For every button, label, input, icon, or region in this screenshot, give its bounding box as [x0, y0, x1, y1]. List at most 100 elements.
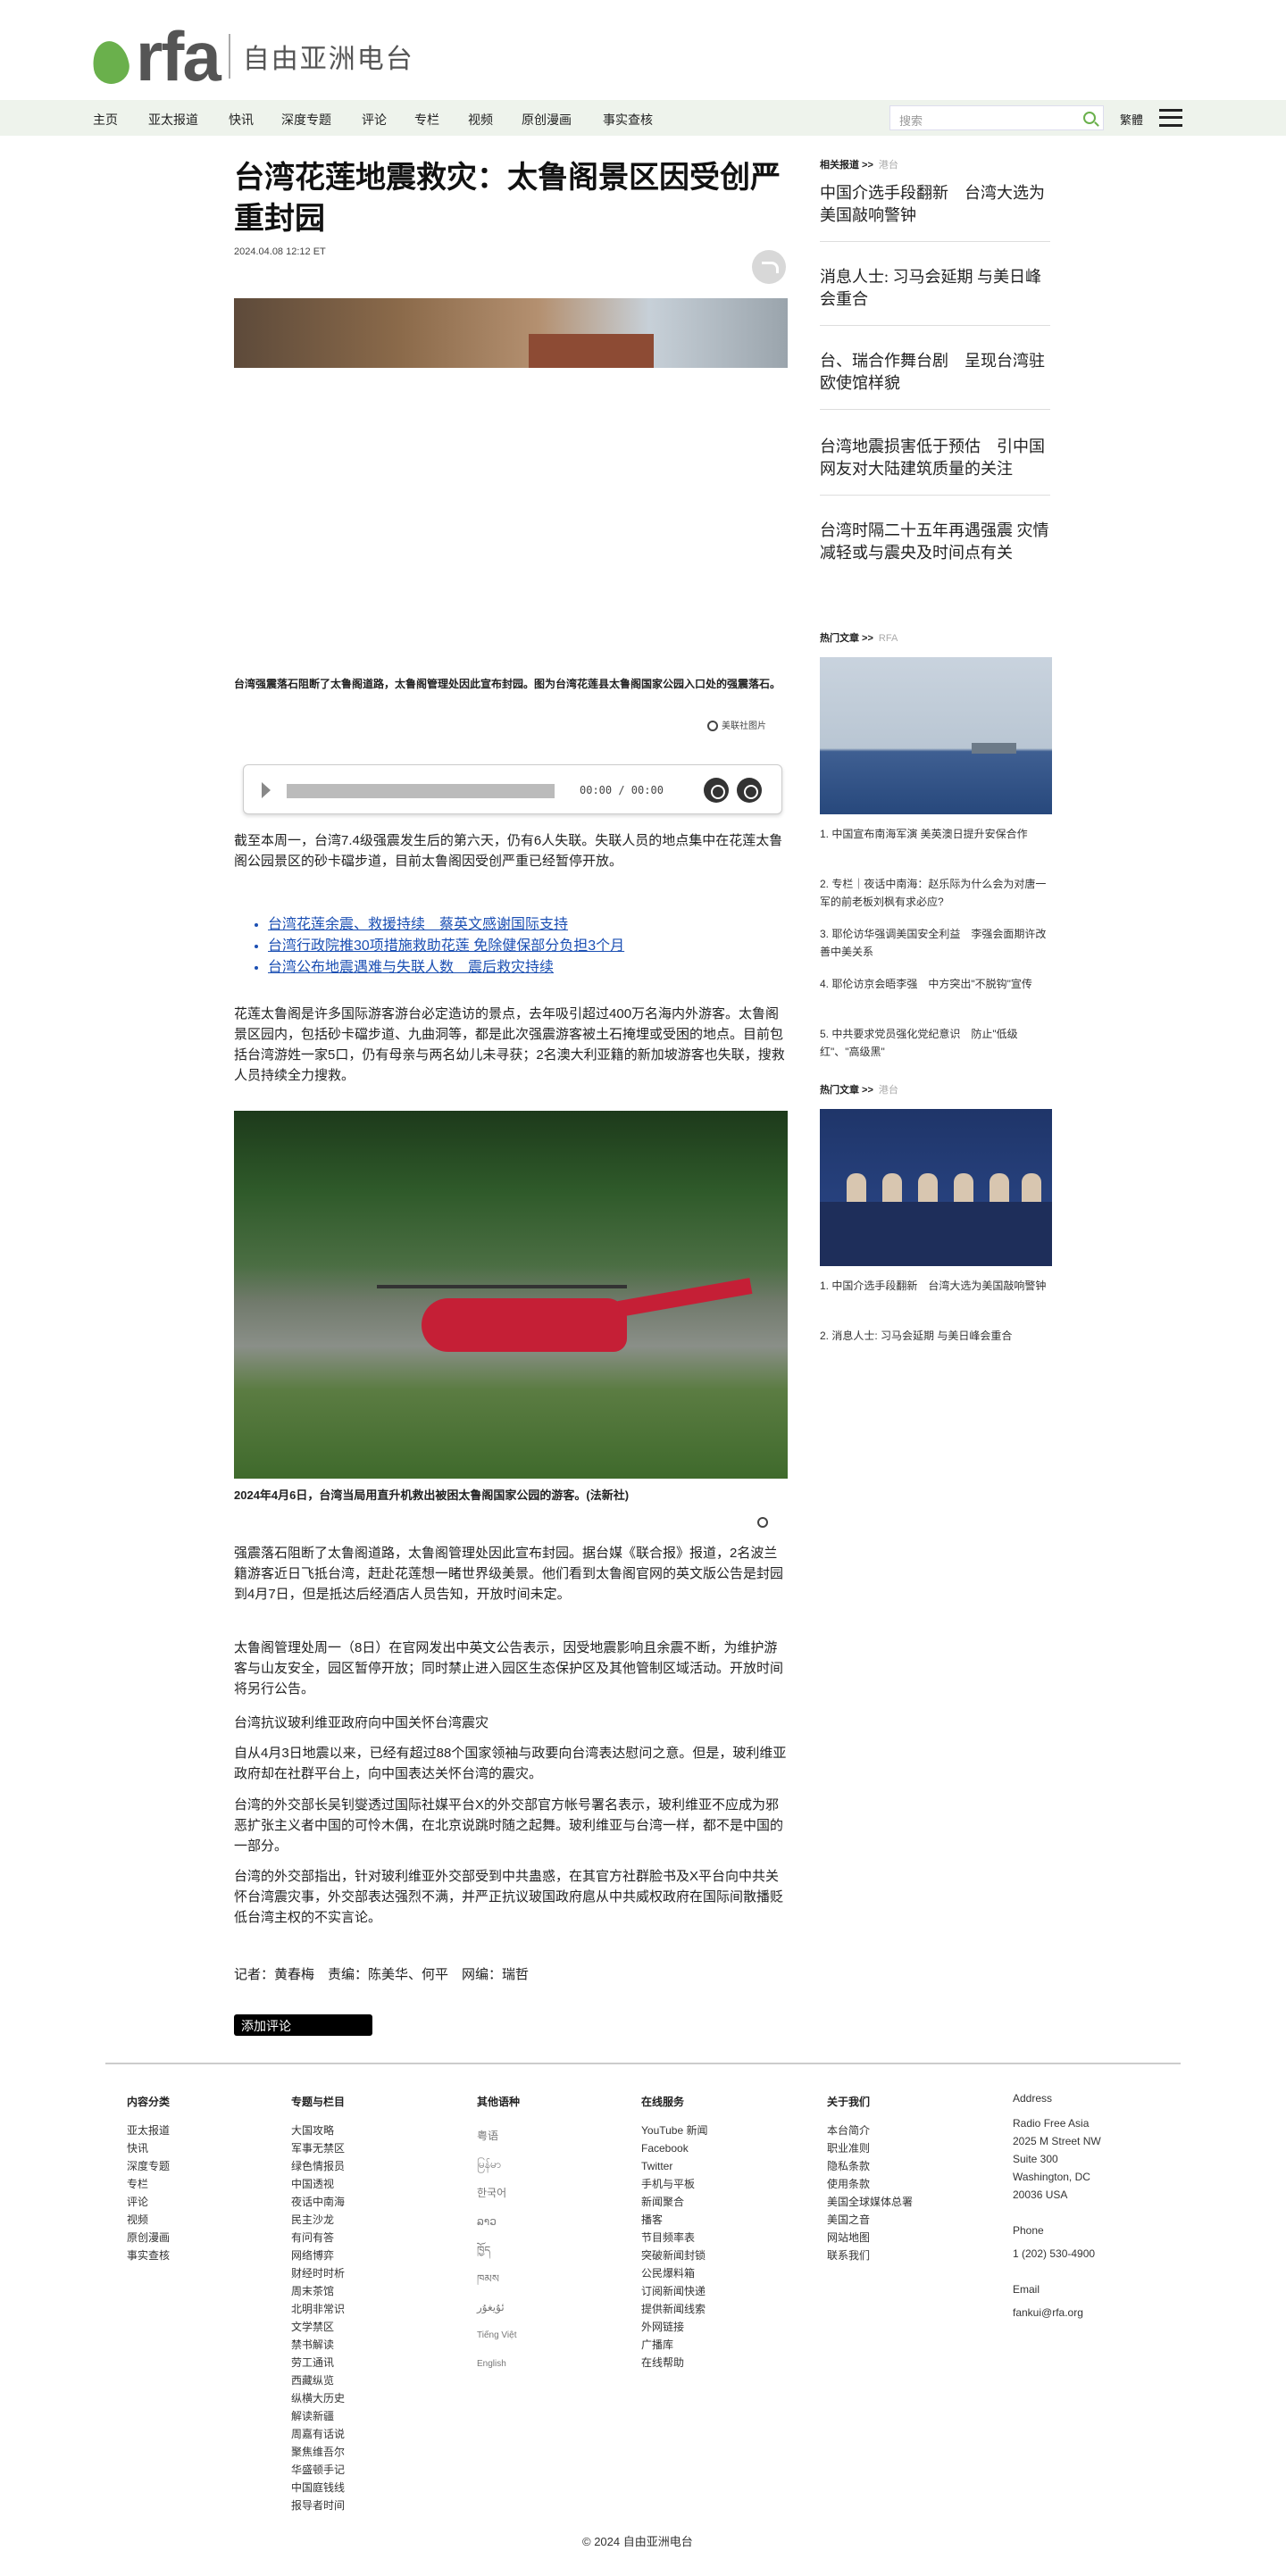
footer-link[interactable]: 禁书解读 [291, 2336, 345, 2354]
language-link[interactable]: 한국어 [477, 2179, 520, 2207]
share-icon[interactable] [752, 250, 786, 284]
language-link[interactable]: ئۇيغۇر [477, 2293, 520, 2322]
footer-link[interactable]: 亚太报道 [127, 2122, 170, 2139]
language-link[interactable]: Tiếng Việt [477, 2322, 520, 2350]
footer-link[interactable]: 使用条款 [827, 2175, 913, 2193]
audio-progress-bar[interactable] [287, 784, 555, 798]
related-link[interactable]: 台湾行政院推30项措施救助花莲 免除健保部分负担3个月 [268, 936, 768, 957]
footer-link[interactable]: 劳工通讯 [291, 2354, 345, 2372]
footer-link[interactable]: 纵横大历史 [291, 2389, 345, 2407]
footer-link[interactable]: 网络博弈 [291, 2247, 345, 2264]
related-article[interactable]: 台、瑞合作舞台剧 呈现台湾驻欧使馆样貌 [820, 350, 1052, 395]
nav-item-fact-check[interactable]: 事实查核 [603, 111, 653, 129]
language-link[interactable]: မြန်မာ [477, 2150, 520, 2179]
hot-articles-header[interactable]: 热门文章 >> RFA [820, 630, 898, 645]
footer-link[interactable]: 聚焦维吾尔 [291, 2443, 345, 2461]
zoom-button[interactable] [757, 1514, 772, 1530]
footer-link[interactable]: 在线帮助 [641, 2354, 708, 2372]
language-link[interactable]: ລາວ [477, 2207, 520, 2236]
footer-link[interactable]: 美国之音 [827, 2211, 913, 2229]
footer-link[interactable]: 夜话中南海 [291, 2193, 345, 2211]
footer-link[interactable]: 文学禁区 [291, 2318, 345, 2336]
language-link[interactable]: ཁམས [477, 2264, 520, 2293]
footer-link[interactable]: 中国透视 [291, 2175, 345, 2193]
hot-article-link[interactable]: 5. 中共要求党员强化党纪意识 防止"低级红"、"高级黑" [820, 1025, 1052, 1061]
footer-link[interactable]: 评论 [127, 2193, 170, 2211]
hot-article-link[interactable]: 1. 中国介选手段翻新 台湾大选为美国敲响警钟 [820, 1277, 1052, 1295]
lead-image-credit[interactable]: 美联社图片 [707, 718, 766, 732]
footer-link[interactable]: 有问有答 [291, 2229, 345, 2247]
footer-link[interactable]: 新闻聚合 [641, 2193, 708, 2211]
footer-link[interactable]: 视频 [127, 2211, 170, 2229]
footer-link[interactable]: 节目频率表 [641, 2229, 708, 2247]
rfa-logo[interactable]: rfa 自由亚洲电台 [89, 21, 414, 91]
nav-item-newsflash[interactable]: 快讯 [229, 111, 254, 129]
download-icon[interactable] [737, 778, 762, 803]
footer-link[interactable]: 大国攻略 [291, 2122, 345, 2139]
related-article[interactable]: 台湾地震损害低于预估 引中国网友对大陆建筑质量的关注 [820, 436, 1052, 480]
footer-link[interactable]: 公民爆料箱 [641, 2264, 708, 2282]
footer-link[interactable]: 联系我们 [827, 2247, 913, 2264]
footer-link[interactable]: 华盛顿手记 [291, 2461, 345, 2479]
footer-link[interactable]: 周末茶馆 [291, 2282, 345, 2300]
footer-link[interactable]: YouTube 新闻 [641, 2122, 708, 2139]
email-link[interactable]: fankui@rfa.org [1013, 2304, 1101, 2322]
hot-article-link[interactable]: 4. 耶伦访京会晤李强 中方突出"不脱钩"宣传 [820, 975, 1052, 993]
related-link[interactable]: 台湾花莲余震、救援持续 蔡英文感谢国际支持 [268, 914, 768, 936]
footer-link[interactable]: 职业准则 [827, 2139, 913, 2157]
footer-link[interactable]: 隐私条款 [827, 2157, 913, 2175]
play-icon[interactable] [262, 782, 274, 798]
related-article[interactable]: 中国介选手段翻新 台湾大选为美国敲响警钟 [820, 182, 1052, 227]
language-link[interactable]: English [477, 2350, 520, 2379]
footer-link[interactable]: 军事无禁区 [291, 2139, 345, 2157]
nav-item-cartoons[interactable]: 原创漫画 [522, 111, 572, 129]
add-comment-button[interactable]: 添加评论 [234, 2014, 372, 2036]
headphones-icon[interactable] [704, 778, 729, 803]
search-input[interactable]: 搜索 [889, 105, 1104, 130]
footer-link[interactable]: 原创漫画 [127, 2229, 170, 2247]
hot-article-image[interactable] [820, 1109, 1052, 1266]
footer-link[interactable]: 手机与平板 [641, 2175, 708, 2193]
footer-link[interactable]: 西藏纵览 [291, 2372, 345, 2389]
related-link[interactable]: 台湾公布地震遇难与失联人数 震后救灾持续 [268, 957, 768, 979]
footer-link[interactable]: 订阅新闻快递 [641, 2282, 708, 2300]
hot-article-link[interactable]: 2. 消息人士: 习马会延期 与美日峰会重合 [820, 1327, 1052, 1345]
footer-link[interactable]: 周嘉有话说 [291, 2425, 345, 2443]
footer-link[interactable]: 北明非常识 [291, 2300, 345, 2318]
footer-link[interactable]: 深度专题 [127, 2157, 170, 2175]
footer-link[interactable]: 外网链接 [641, 2318, 708, 2336]
nav-item-video[interactable]: 视频 [468, 111, 493, 129]
footer-link[interactable]: 报导者时间 [291, 2497, 345, 2514]
related-article[interactable]: 消息人士: 习马会延期 与美日峰会重合 [820, 266, 1052, 311]
footer-link[interactable]: 专栏 [127, 2175, 170, 2193]
nav-item-commentary[interactable]: 评论 [362, 111, 387, 129]
footer-link[interactable]: 中国庭钱线 [291, 2479, 345, 2497]
nav-item-asia-pacific[interactable]: 亚太报道 [148, 111, 198, 129]
language-link[interactable]: ཁྱོད [477, 2236, 520, 2264]
related-article[interactable]: 台湾时隔二十五年再遇强震 灾情减轻或与震央及时间点有关 [820, 520, 1052, 564]
footer-link[interactable]: 绿色情报员 [291, 2157, 345, 2175]
footer-link[interactable]: 网站地图 [827, 2229, 913, 2247]
footer-link[interactable]: 快讯 [127, 2139, 170, 2157]
hot-article-link[interactable]: 3. 耶伦访华强调美国安全利益 李强会面期许改善中美关系 [820, 925, 1052, 961]
footer-link[interactable]: 事实查核 [127, 2247, 170, 2264]
footer-link[interactable]: 解读新疆 [291, 2407, 345, 2425]
footer-link[interactable]: 播客 [641, 2211, 708, 2229]
footer-link[interactable]: 提供新闻线索 [641, 2300, 708, 2318]
footer-link[interactable]: 财经时时析 [291, 2264, 345, 2282]
footer-link[interactable]: Twitter [641, 2157, 708, 2175]
nav-item-home[interactable]: 主页 [93, 111, 118, 129]
language-switch[interactable]: 繁體 [1120, 111, 1143, 128]
footer-link[interactable]: 民主沙龙 [291, 2211, 345, 2229]
related-reports-header[interactable]: 相关报道 >> 港台 [820, 157, 898, 171]
footer-link[interactable]: 美国全球媒体总署 [827, 2193, 913, 2211]
language-link[interactable]: 粤语 [477, 2122, 520, 2150]
hot-article-link[interactable]: 1. 中国宣布南海军演 美英澳日提升安保合作 [820, 825, 1052, 843]
phone-number[interactable]: 1 (202) 530-4900 [1013, 2245, 1101, 2263]
nav-item-in-depth[interactable]: 深度专题 [281, 111, 331, 129]
search-icon[interactable] [1083, 112, 1096, 124]
nav-item-columns[interactable]: 专栏 [414, 111, 439, 129]
footer-link[interactable]: 突破新闻封锁 [641, 2247, 708, 2264]
footer-link[interactable]: 广播库 [641, 2336, 708, 2354]
hot-article-image[interactable] [820, 657, 1052, 814]
